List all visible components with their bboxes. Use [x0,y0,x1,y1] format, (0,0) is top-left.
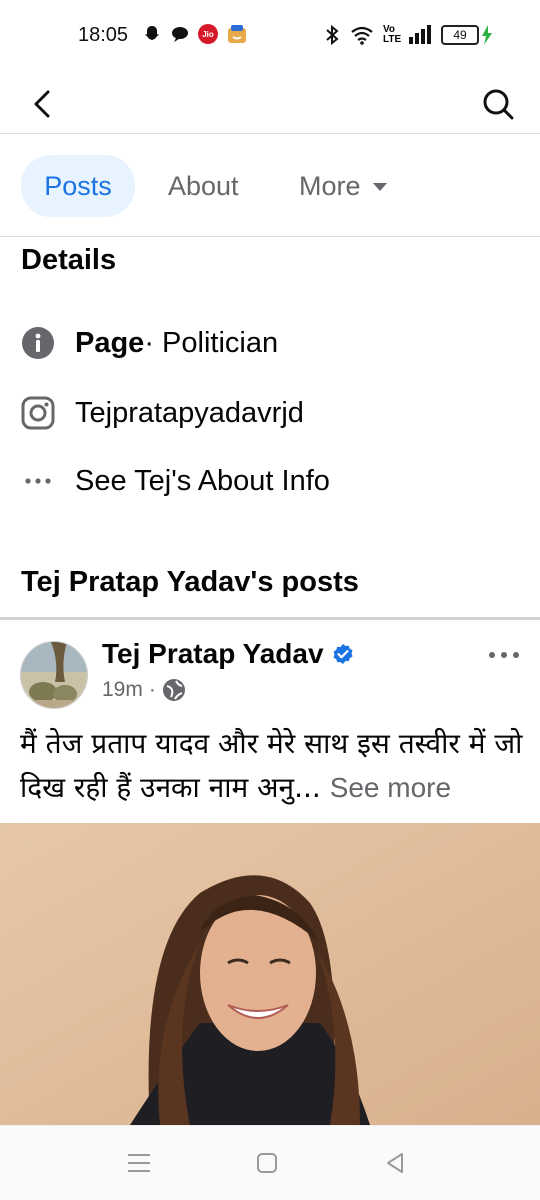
tab-about-label: About [168,170,239,201]
tab-about[interactable]: About [168,155,239,217]
page-category: · Politician [144,326,279,359]
section-divider [0,617,540,620]
post-author-name: Tej Pratap Yadav [102,638,324,669]
back-triangle-icon [387,1153,403,1173]
snapchat-icon [145,26,159,40]
post-author[interactable]: Tej Pratap Yadav [102,638,354,670]
recents-button[interactable] [124,1148,154,1178]
charging-bolt-icon [482,25,492,45]
see-about-info-link[interactable]: See Tej's About Info [21,461,330,501]
jio-icon: Jio [198,24,218,44]
info-icon [21,326,55,360]
post-image[interactable] [0,823,540,1125]
search-icon [483,89,514,120]
details-heading: Details [21,244,117,276]
detail-page-category: Page · Politician [21,323,278,363]
status-time: 18:05 [78,24,129,46]
tab-posts-label: Posts [44,170,112,201]
back-nav-button[interactable] [380,1148,410,1178]
message-bubble-icon [172,27,188,42]
post-text: मैं तेज प्रताप यादव और मेरे साथ इस तस्वी… [20,722,530,810]
tab-more-label: More [299,170,361,201]
ellipsis-icon [21,464,55,498]
instagram-icon [21,396,55,430]
signal-icon [409,25,431,44]
home-square-icon [257,1153,277,1173]
wifi-icon [351,26,373,45]
post-meta: 19m · [102,678,186,702]
system-nav-bar [0,1125,540,1200]
about-info-label: See Tej's About Info [75,464,330,497]
tab-more[interactable]: More [299,155,387,217]
status-bar: 18:05 Jio Vo LTE 49 [0,0,540,70]
globe-icon [162,679,185,701]
tab-posts[interactable]: Posts [21,155,135,217]
avatar[interactable] [20,641,88,709]
profile-tabs: Posts About More [0,135,540,237]
search-button[interactable] [478,80,518,124]
menu-lines-icon [128,1154,150,1172]
back-button[interactable] [22,80,62,124]
more-dots-icon [489,652,519,658]
battery-icon: 49 [441,25,479,45]
chevron-left-icon [34,90,50,118]
see-more-link[interactable]: See more [330,772,451,803]
page-label: Page [75,326,145,359]
detail-instagram[interactable]: Tejpratapyadavrjd [21,393,304,433]
top-bar [0,70,540,134]
post-options-button[interactable] [486,645,522,665]
shopping-app-icon [228,25,246,43]
caret-down-icon [372,183,387,191]
volte-icon: Vo LTE [383,24,402,45]
verified-badge-icon [333,644,353,664]
meta-separator: · [148,678,156,701]
posts-heading: Tej Pratap Yadav's posts [21,566,359,598]
home-button[interactable] [252,1148,282,1178]
instagram-handle: Tejpratapyadavrjd [75,396,304,429]
post-time: 19m [102,678,143,701]
bluetooth-icon [326,24,339,46]
